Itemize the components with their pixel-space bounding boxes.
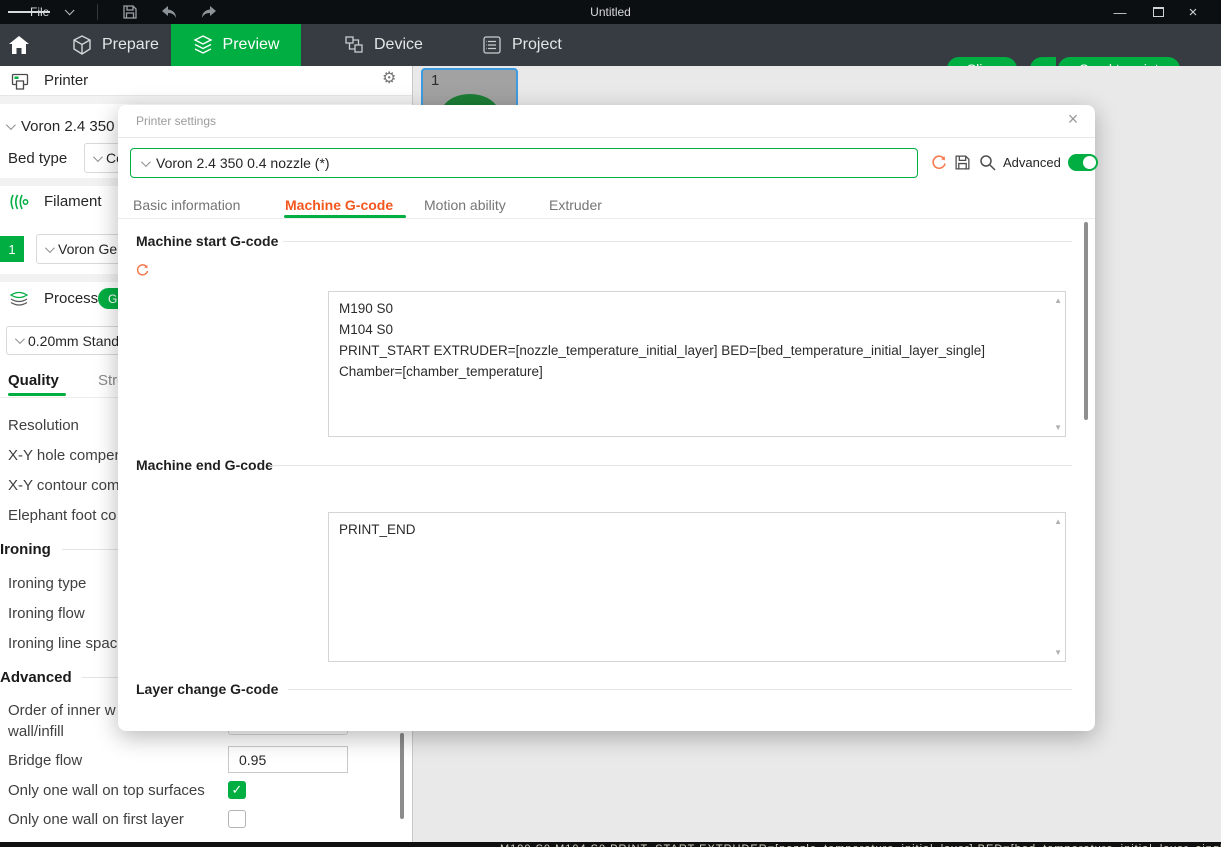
redo-icon[interactable] xyxy=(200,0,218,24)
machine-start-header: Machine start G-code xyxy=(136,233,278,249)
printer-icon xyxy=(10,72,30,92)
tab-extruder[interactable]: Extruder xyxy=(549,197,602,213)
tab-quality[interactable]: Quality xyxy=(8,372,59,389)
machine-start-gcode-textarea[interactable]: M190 S0 M104 S0 PRINT_START EXTRUDER=[no… xyxy=(329,292,1065,436)
undo-icon[interactable] xyxy=(160,0,178,24)
file-menu[interactable]: File xyxy=(30,0,49,24)
process-icon xyxy=(8,288,30,308)
project-icon xyxy=(482,35,502,55)
scroll-down-icon[interactable]: ▼ xyxy=(1054,423,1062,432)
only-one-wall-top-label: Only one wall on top surfaces xyxy=(8,782,205,799)
save-icon[interactable] xyxy=(122,0,138,24)
clipped-text: M190 S0 M104 S0 PRINT_START EXTRUDER=[no… xyxy=(500,843,1221,847)
chevron-down-icon xyxy=(6,120,16,130)
only-one-wall-first-checkbox[interactable] xyxy=(228,810,246,828)
minimize-icon[interactable]: — xyxy=(1105,0,1135,24)
process-preset-value: 0.20mm Stand xyxy=(28,333,119,349)
close-window-icon[interactable]: × xyxy=(1178,0,1208,24)
printer-preset-value: Voron 2.4 350 ( xyxy=(21,118,124,135)
advanced-label: Advanced xyxy=(1003,155,1061,170)
window-title: Untitled xyxy=(0,0,1221,24)
tab-project[interactable]: Project xyxy=(472,24,572,66)
bridge-flow-input[interactable] xyxy=(228,746,348,773)
reset-icon[interactable] xyxy=(930,154,948,172)
filament-section-title: Filament xyxy=(44,193,102,210)
param-ironing-spacing[interactable]: Ironing line spac xyxy=(8,635,117,652)
machine-start-gcode-box: M190 S0 M104 S0 PRINT_START EXTRUDER=[no… xyxy=(328,291,1066,437)
close-dialog-icon[interactable]: × xyxy=(1061,109,1085,130)
param-order-line2[interactable]: wall/infill xyxy=(8,723,64,740)
machine-end-gcode-textarea[interactable]: PRINT_END xyxy=(329,513,1065,661)
bottom-clipped-bar: M190 S0 M104 S0 PRINT_START EXTRUDER=[no… xyxy=(0,842,1221,847)
plate-number: 1 xyxy=(431,72,439,89)
machine-end-header: Machine end G-code xyxy=(136,457,273,473)
printer-section-title: Printer xyxy=(44,72,88,89)
scroll-up-icon[interactable]: ▲ xyxy=(1054,517,1062,526)
titlebar-divider xyxy=(97,4,98,20)
param-ironing-flow[interactable]: Ironing flow xyxy=(8,605,85,622)
process-section-title: Process xyxy=(44,290,98,307)
dialog-scrollbar[interactable] xyxy=(1084,222,1088,420)
tab-device-label: Device xyxy=(374,36,423,54)
save-preset-icon[interactable] xyxy=(954,154,971,171)
chevron-down-icon xyxy=(141,157,151,167)
advanced-header: Advanced xyxy=(0,669,72,686)
chevron-down-icon xyxy=(93,152,103,162)
layer-change-header: Layer change G-code xyxy=(136,681,278,697)
printer-preset-select[interactable]: Voron 2.4 350 ( xyxy=(6,118,124,135)
header-line xyxy=(270,465,1072,466)
scroll-down-icon[interactable]: ▼ xyxy=(1054,648,1062,657)
only-one-wall-top-checkbox[interactable]: ✓ xyxy=(228,781,246,799)
param-xy-contour[interactable]: X-Y contour com xyxy=(8,477,119,494)
filament-icon xyxy=(8,192,30,212)
divider xyxy=(118,137,1095,138)
param-xy-hole[interactable]: X-Y hole compen xyxy=(8,447,123,464)
tab-prepare[interactable]: Prepare xyxy=(62,24,169,66)
tab-quality-underline xyxy=(8,393,66,396)
titlebar: File Untitled — × xyxy=(0,0,1221,24)
filament-slot-badge[interactable]: 1 xyxy=(0,236,24,262)
preview-layers-icon xyxy=(193,35,213,55)
only-one-wall-first-label: Only one wall on first layer xyxy=(8,811,184,828)
chevron-down-icon xyxy=(45,243,55,253)
param-order-line1[interactable]: Order of inner w xyxy=(8,702,116,719)
advanced-toggle[interactable] xyxy=(1068,154,1098,171)
scroll-up-icon[interactable]: ▲ xyxy=(1054,296,1062,305)
dialog-preset-select[interactable]: Voron 2.4 350 0.4 nozzle (*) xyxy=(130,148,918,178)
device-icon xyxy=(344,35,364,55)
home-icon[interactable] xyxy=(8,24,44,66)
prepare-box-icon xyxy=(72,35,92,55)
tab-device[interactable]: Device xyxy=(334,24,433,66)
sidebar-scrollbar[interactable] xyxy=(400,733,404,819)
tab-project-label: Project xyxy=(512,36,562,54)
ironing-header: Ironing xyxy=(0,541,51,558)
printer-settings-dialog: Printer settings × Voron 2.4 350 0.4 noz… xyxy=(118,105,1095,731)
tab-prepare-label: Prepare xyxy=(102,36,159,54)
tab-preview[interactable]: Preview xyxy=(171,24,301,66)
header-line xyxy=(283,241,1072,242)
dialog-title: Printer settings xyxy=(136,114,216,128)
param-resolution[interactable]: Resolution xyxy=(8,417,79,434)
param-ironing-type[interactable]: Ironing type xyxy=(8,575,86,592)
search-icon[interactable] xyxy=(978,153,997,172)
file-menu-chevron-icon[interactable] xyxy=(64,0,71,24)
machine-end-gcode-box: PRINT_END ▲ ▼ xyxy=(328,512,1066,662)
reset-param-icon[interactable] xyxy=(135,263,150,278)
main-navbar: Prepare Preview Device Project Slice Sen… xyxy=(0,24,1221,66)
tab-preview-label: Preview xyxy=(223,36,280,54)
divider xyxy=(118,218,1095,219)
tab-basic-information[interactable]: Basic information xyxy=(133,197,240,213)
dialog-preset-value: Voron 2.4 350 0.4 nozzle (*) xyxy=(156,155,330,171)
param-elephant-foot[interactable]: Elephant foot co xyxy=(8,507,116,524)
section-gap xyxy=(0,96,412,104)
tab-motion-ability[interactable]: Motion ability xyxy=(424,197,506,213)
bridge-flow-label: Bridge flow xyxy=(8,752,82,769)
gear-icon[interactable]: ⚙ xyxy=(382,68,396,88)
header-line xyxy=(288,689,1072,690)
tab-machine-gcode[interactable]: Machine G-code xyxy=(285,197,393,213)
chevron-down-icon xyxy=(15,334,25,344)
bed-type-label: Bed type xyxy=(8,150,67,167)
maximize-icon[interactable] xyxy=(1143,0,1173,24)
